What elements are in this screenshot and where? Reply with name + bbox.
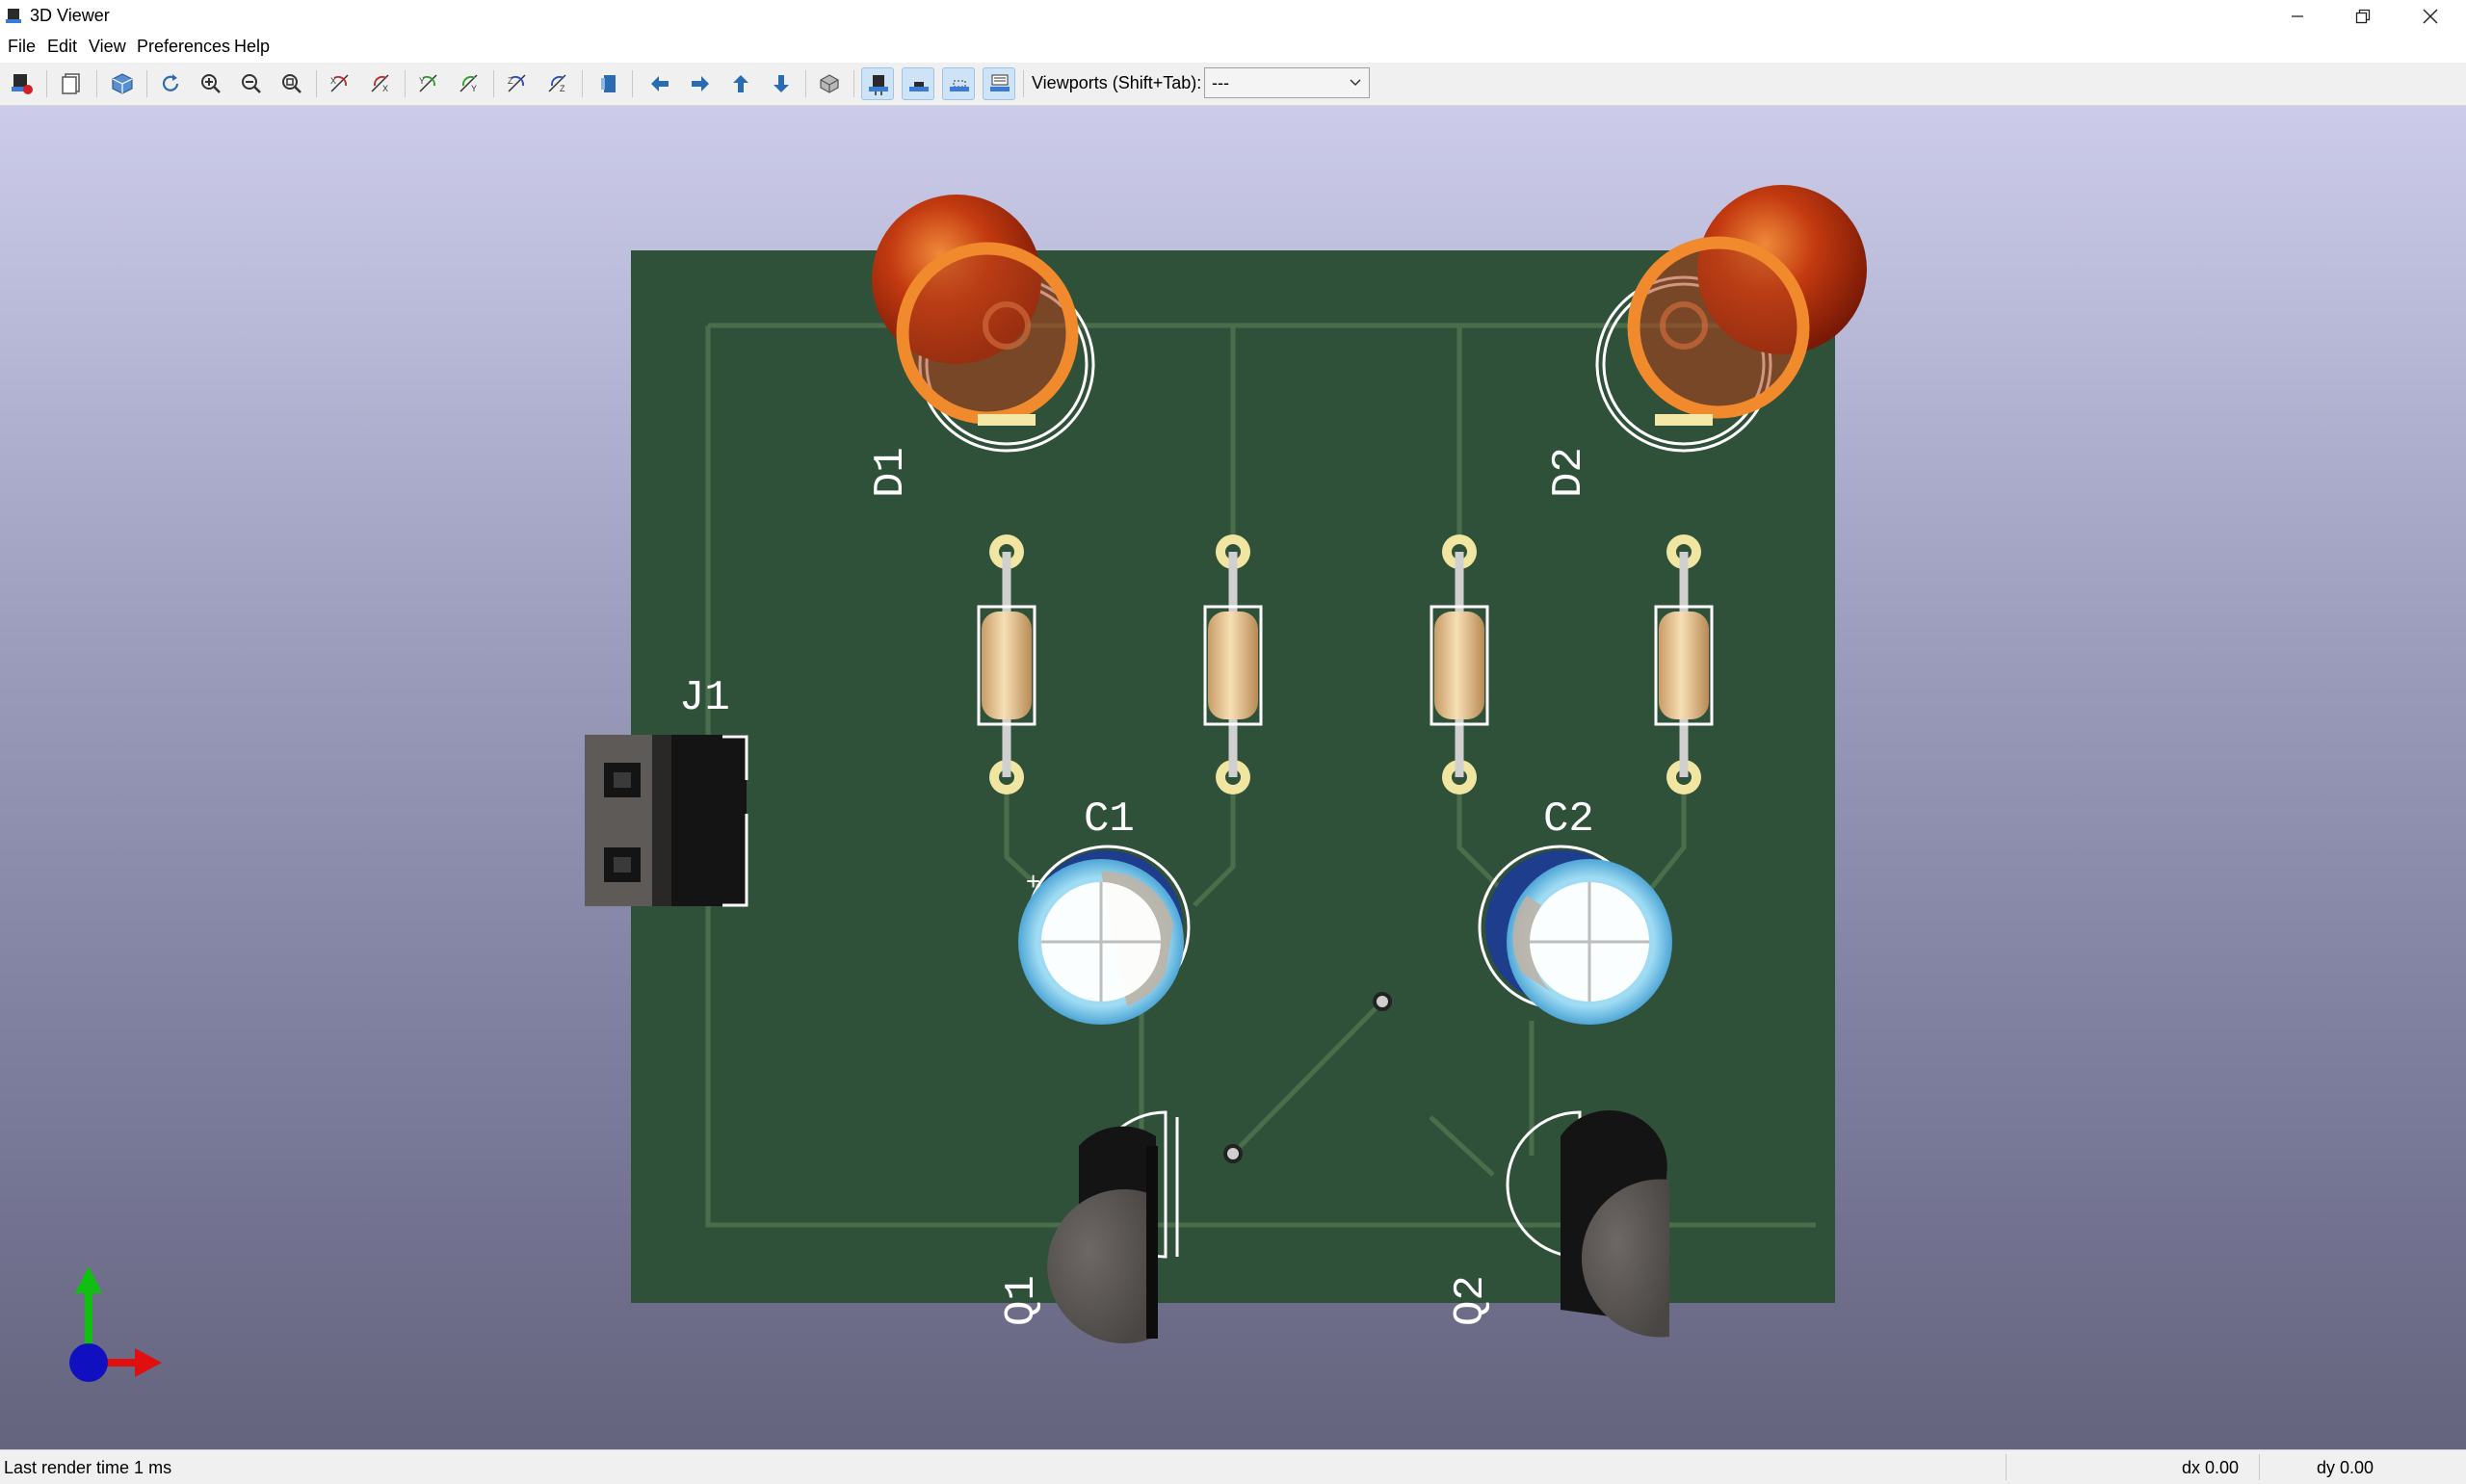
c1-polarity-mark: + xyxy=(1026,867,1040,896)
3d-render-button[interactable] xyxy=(106,67,139,100)
show-virtual-icon xyxy=(950,80,969,91)
redraw-button[interactable] xyxy=(154,67,187,100)
minimize-icon xyxy=(2292,14,2303,17)
move-down-button[interactable] xyxy=(765,67,798,100)
restore-icon xyxy=(2355,9,2371,23)
zoom-in-icon xyxy=(201,74,221,93)
rotate-x-cw-icon: X xyxy=(330,74,349,92)
show-tht-icon xyxy=(869,75,888,95)
ref-q1: Q1 xyxy=(998,1275,1046,1326)
zoom-out-button[interactable] xyxy=(235,67,268,100)
connector-j1[interactable] xyxy=(585,735,748,907)
rotate-x-ccw-icon: X xyxy=(371,74,389,93)
zoom-in-button[interactable] xyxy=(195,67,227,100)
show-not-in-posfile-button[interactable] xyxy=(983,67,1015,100)
title-bar: 3D Viewer xyxy=(0,0,2466,32)
reload-board-icon xyxy=(12,74,33,94)
restore-button[interactable] xyxy=(2329,0,2397,32)
ref-c2: C2 xyxy=(1543,795,1594,844)
rotate-z-cw-button[interactable]: Z xyxy=(501,67,534,100)
zoom-fit-button[interactable] xyxy=(275,67,308,100)
zoom-fit-icon xyxy=(282,74,302,93)
ref-c1: C1 xyxy=(1084,795,1135,844)
render-time-status: Last render time 1 ms xyxy=(4,1458,172,1477)
dy-status: dy 0.00 xyxy=(2317,1458,2374,1477)
ref-d2: D2 xyxy=(1545,447,1593,498)
orthographic-button[interactable] xyxy=(813,67,846,100)
window-title: 3D Viewer xyxy=(30,6,110,25)
flip-board-icon xyxy=(601,75,616,92)
reload-board-button[interactable] xyxy=(6,67,39,100)
menu-edit[interactable]: Edit xyxy=(47,37,77,57)
viewports-label: Viewports (Shift+Tab): xyxy=(1032,73,1202,92)
3d-viewport[interactable]: + D1 D2 J1 C1 C2 Q1 Q2 xyxy=(0,106,2466,1449)
rotate-y-cw-icon: Y xyxy=(419,74,437,92)
rotate-x-cw-button[interactable]: X xyxy=(324,67,356,100)
viewports-value: --- xyxy=(1212,73,1229,92)
orthographic-icon xyxy=(820,74,839,93)
viewports-select[interactable]: --- xyxy=(1204,67,1370,98)
via xyxy=(1373,992,1392,1011)
ref-q2: Q2 xyxy=(1447,1275,1495,1326)
move-right-icon xyxy=(692,76,709,91)
rotate-y-cw-button[interactable]: Y xyxy=(412,67,445,100)
rotate-z-ccw-button[interactable]: Z xyxy=(541,67,574,100)
copy-image-button[interactable] xyxy=(56,67,89,100)
svg-text:Z: Z xyxy=(560,84,565,93)
svg-text:Y: Y xyxy=(419,76,425,86)
rotate-y-ccw-icon: Y xyxy=(459,74,478,93)
move-right-button[interactable] xyxy=(684,67,717,100)
svg-text:Z: Z xyxy=(508,76,513,86)
svg-text:X: X xyxy=(382,84,388,93)
move-down-icon xyxy=(774,75,789,92)
show-smd-button[interactable] xyxy=(902,67,934,100)
menu-view[interactable]: View xyxy=(89,37,126,57)
show-smd-icon xyxy=(909,82,929,91)
show-not-in-posfile-icon xyxy=(990,74,1010,91)
menu-preferences[interactable]: Preferences xyxy=(137,37,230,57)
ref-j1: J1 xyxy=(679,674,730,722)
axis-gizmo xyxy=(69,1266,162,1382)
ref-d1: D1 xyxy=(867,447,915,498)
copy-image-icon xyxy=(62,73,80,94)
svg-text:X: X xyxy=(330,76,336,86)
show-virtual-button[interactable] xyxy=(942,67,975,100)
pcb-scene[interactable]: + D1 D2 J1 C1 C2 Q1 Q2 xyxy=(0,106,2466,1449)
chevron-down-icon xyxy=(1350,79,1361,87)
flip-board-button[interactable] xyxy=(593,67,626,100)
via xyxy=(1223,1144,1243,1163)
move-up-button[interactable] xyxy=(724,67,757,100)
move-up-icon xyxy=(733,75,748,92)
move-left-icon xyxy=(651,76,669,91)
move-left-button[interactable] xyxy=(643,67,676,100)
show-tht-button[interactable] xyxy=(861,67,894,100)
close-button[interactable] xyxy=(2397,0,2464,32)
close-icon xyxy=(2423,9,2438,23)
rotate-z-ccw-icon: Z xyxy=(548,74,566,93)
menu-bar: File Edit View Preferences Help xyxy=(0,33,2466,63)
rotate-y-ccw-button[interactable]: Y xyxy=(453,67,485,100)
menu-help[interactable]: Help xyxy=(234,37,270,57)
menu-file[interactable]: File xyxy=(8,37,36,57)
redraw-icon xyxy=(162,74,179,91)
minimize-button[interactable] xyxy=(2264,0,2331,32)
dx-status: dx 0.00 xyxy=(2182,1458,2240,1477)
zoom-out-icon xyxy=(242,74,261,93)
3d-render-icon xyxy=(112,73,133,94)
svg-text:Y: Y xyxy=(471,84,477,93)
rotate-z-cw-icon: Z xyxy=(508,74,526,92)
app-3d-viewer-icon xyxy=(6,9,21,23)
rotate-x-ccw-button[interactable]: X xyxy=(364,67,397,100)
status-bar: Last render time 1 ms dx 0.00 dy 0.00 xyxy=(0,1449,2466,1484)
